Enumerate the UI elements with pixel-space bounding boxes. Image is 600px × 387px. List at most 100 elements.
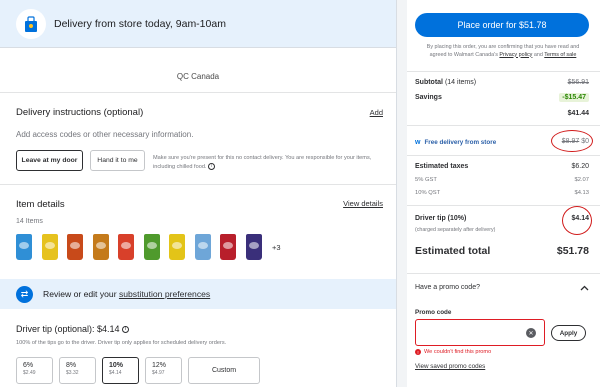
- annotation-circle: [562, 206, 592, 235]
- terms-of-sale-link[interactable]: Terms of sale: [544, 52, 576, 58]
- driver-tip-label: Driver tip (10%): [415, 215, 467, 222]
- chip-bag-icon[interactable]: [143, 234, 160, 260]
- no-contact-note-text: Make sure you're present for this no con…: [153, 155, 372, 170]
- chip-bag-icon[interactable]: [220, 234, 236, 260]
- taxes-value: $6.20: [571, 163, 589, 170]
- qst-label: 10% QST: [415, 190, 441, 196]
- shuffle-icon: ⇄: [16, 285, 33, 303]
- gst-value: $2.07: [574, 177, 589, 183]
- chip-bag-icon[interactable]: [67, 234, 83, 260]
- error-icon: !: [415, 349, 421, 355]
- tip-option-amount: $2.49: [23, 370, 36, 376]
- chip-bag-icon[interactable]: [41, 234, 58, 260]
- tip-custom-button[interactable]: Custom: [188, 357, 260, 384]
- tip-option-amount: $4.97: [152, 370, 165, 376]
- free-delivery-group: w Free delivery from store: [415, 137, 496, 146]
- subtotal-row: Subtotal (14 items) $56.91: [415, 79, 589, 86]
- tip-option-amount: $4.14: [109, 370, 122, 376]
- instructions-title: Delivery instructions (optional): [16, 107, 144, 118]
- subtotal-after-savings: $41.44: [567, 110, 589, 117]
- panel-gutter: [397, 0, 407, 387]
- tip-option-12[interactable]: 12% $4.97: [145, 357, 182, 384]
- subtotal-label-group: Subtotal (14 items): [415, 79, 476, 86]
- tip-option-pct: 8%: [66, 362, 77, 369]
- chip-bag-icon[interactable]: [194, 234, 211, 260]
- apply-promo-button[interactable]: Apply: [551, 325, 586, 341]
- view-details-link[interactable]: View details: [343, 199, 383, 208]
- walmart-spark-icon: w: [415, 139, 421, 146]
- subtotal-after-row: $41.44: [415, 110, 589, 117]
- saved-promo-codes-link[interactable]: View saved promo codes: [415, 363, 485, 370]
- tip-option-8[interactable]: 8% $3.32: [59, 357, 96, 384]
- no-contact-note: Make sure you're present for this no con…: [153, 155, 388, 171]
- items-count: 14 Items: [16, 218, 43, 225]
- more-items-count: +3: [272, 242, 281, 252]
- free-delivery-label: Free delivery from store: [424, 139, 497, 146]
- promo-error-text: We couldn't find this promo: [424, 349, 492, 355]
- divider: [407, 125, 600, 126]
- driver-tip-title-text: Driver tip (optional): $4.14: [16, 324, 120, 334]
- chip-bag-icon[interactable]: [169, 234, 185, 260]
- store-name: QC Canada: [176, 72, 220, 81]
- terms-and: and: [532, 51, 545, 58]
- info-icon[interactable]: i: [208, 162, 216, 170]
- savings-row: Savings -$15.47: [415, 93, 589, 102]
- subtotal-count: (14 items): [444, 79, 477, 86]
- item-thumbnails: +3: [16, 234, 281, 260]
- taxes-label: Estimated taxes: [415, 163, 469, 170]
- substitution-bar: ⇄ Review or edit your substitution prefe…: [0, 279, 396, 309]
- promo-code-input[interactable]: ✕: [415, 319, 545, 346]
- taxes-row: Estimated taxes $6.20: [415, 163, 589, 170]
- order-summary-panel: Place order for $51.78 By placing this o…: [407, 0, 600, 387]
- hand-to-me-button[interactable]: Hand it to me: [90, 150, 145, 171]
- gst-label: 5% GST: [415, 177, 437, 183]
- chevron-up-icon: [580, 285, 589, 290]
- substitution-preferences-link[interactable]: substitution preferences: [119, 289, 210, 299]
- delivery-banner: Delivery from store today, 9am-10am: [0, 0, 396, 48]
- privacy-policy-link[interactable]: Privacy policy: [499, 52, 532, 58]
- divider: [407, 155, 600, 156]
- chip-bag-icon[interactable]: [92, 234, 109, 260]
- terms-text: By placing this order, you are confirmin…: [419, 44, 587, 59]
- driver-tip-charge-note: (charged separately after delivery): [415, 227, 496, 233]
- divider: [407, 273, 600, 274]
- substitution-prefix: Review or edit your: [43, 289, 119, 299]
- store-delivery-icon: [16, 8, 46, 39]
- qst-value: $4.13: [574, 190, 589, 196]
- savings-value: -$15.47: [559, 93, 589, 102]
- chip-bag-icon[interactable]: [16, 234, 32, 260]
- driver-tip-note-row: (charged separately after delivery): [415, 227, 589, 233]
- tip-option-10[interactable]: 10% $4.14: [102, 357, 139, 384]
- add-instructions-link[interactable]: Add: [370, 108, 383, 117]
- tip-options: 6% $2.49 8% $3.32 10% $4.14 12% $4.97 Cu…: [16, 357, 260, 384]
- checkout-main-panel: Delivery from store today, 9am-10am QC C…: [0, 0, 396, 387]
- estimated-total-value: $51.78: [556, 245, 589, 257]
- promo-error: ! We couldn't find this promo: [415, 349, 491, 355]
- instructions-input[interactable]: Add access codes or other necessary info…: [16, 130, 193, 139]
- tip-option-amount: $3.32: [66, 370, 79, 376]
- promo-toggle[interactable]: Have a promo code?: [415, 284, 589, 291]
- annotation-circle: [551, 130, 593, 152]
- tip-option-pct: 10%: [109, 362, 124, 369]
- qst-row: 10% QST $4.13: [415, 190, 589, 196]
- chip-bag-icon[interactable]: [118, 234, 134, 260]
- chip-bag-icon[interactable]: [245, 234, 262, 260]
- substitution-text: Review or edit your substitution prefere…: [43, 289, 210, 299]
- clear-icon[interactable]: ✕: [526, 328, 536, 338]
- divider: [407, 71, 600, 72]
- place-order-button[interactable]: Place order for $51.78: [415, 13, 589, 37]
- tip-option-pct: 6%: [23, 362, 34, 369]
- savings-label: Savings: [415, 94, 442, 101]
- driver-tip-title: Driver tip (optional): $4.14 i: [16, 324, 130, 334]
- info-icon[interactable]: i: [122, 326, 130, 334]
- subtotal-label: Subtotal: [415, 79, 443, 86]
- estimated-total-row: Estimated total $51.78: [415, 245, 589, 257]
- estimated-total-label: Estimated total: [415, 245, 491, 257]
- divider: [0, 184, 396, 185]
- gst-row: 5% GST $2.07: [415, 177, 589, 183]
- leave-at-door-button[interactable]: Leave at my door: [16, 150, 83, 171]
- delivery-slot-title: Delivery from store today, 9am-10am: [54, 17, 226, 30]
- tip-option-6[interactable]: 6% $2.49: [16, 357, 53, 384]
- driver-tip-note: 100% of the tips go to the driver. Drive…: [16, 340, 227, 346]
- subtotal-original: $56.91: [567, 79, 589, 86]
